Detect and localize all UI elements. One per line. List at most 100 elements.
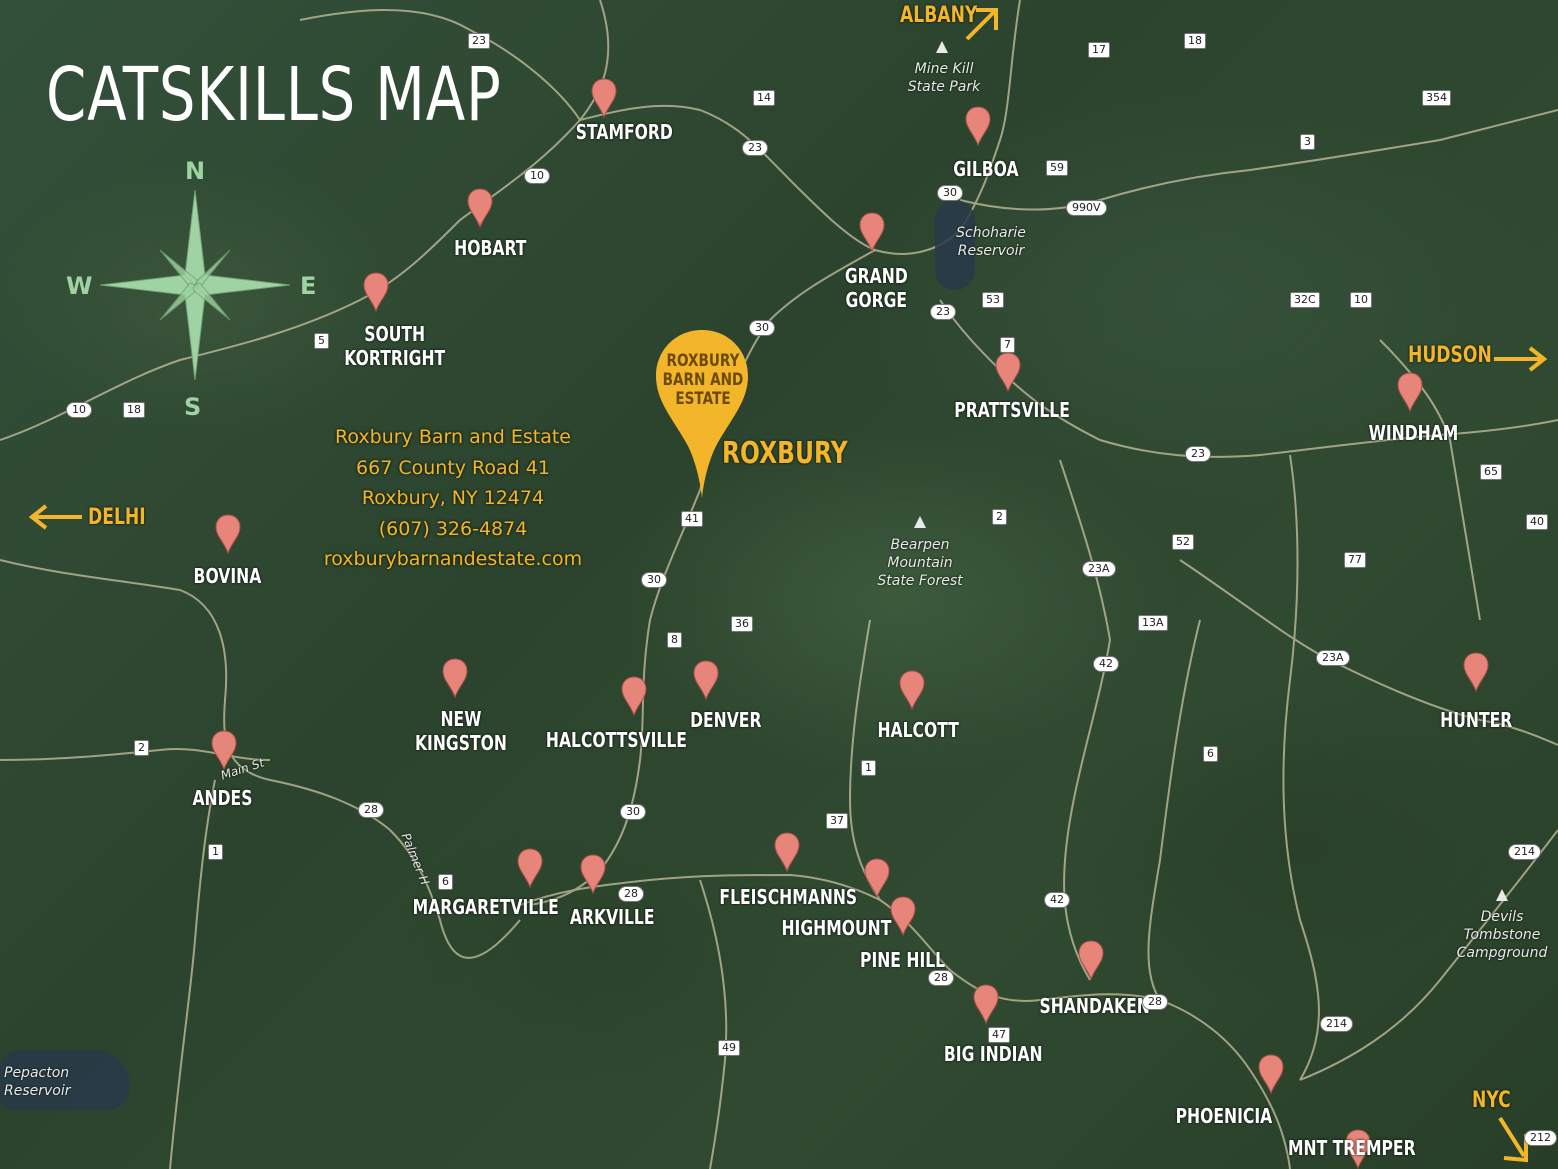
route-shield-354: 354 — [1422, 90, 1451, 106]
route-shield-42: 42 — [1093, 656, 1119, 672]
town-marker-shandaken-icon[interactable] — [1078, 940, 1104, 980]
town-marker-phoenicia-icon[interactable] — [1258, 1054, 1284, 1094]
town-phoenicia: PHOENICIA — [1175, 1104, 1273, 1128]
town-marker-hunter-icon[interactable] — [1463, 652, 1489, 692]
route-shield-1: 1 — [208, 844, 223, 860]
route-shield-77: 77 — [1344, 552, 1366, 568]
campground-tree-icon — [1496, 889, 1508, 901]
town-marker-windham-icon[interactable] — [1397, 372, 1423, 412]
direction-hudson: HUDSON — [1408, 343, 1492, 368]
park-tree-icon — [936, 41, 948, 53]
roxbury-barn-pin-label: ROXBURY BARN AND ESTATE — [659, 352, 747, 409]
route-shield-32C: 32C — [1290, 292, 1320, 308]
town-marker-hobart-icon[interactable] — [467, 188, 493, 228]
address-name: Roxbury Barn and Estate — [335, 426, 571, 448]
town-marker-arkville-icon[interactable] — [580, 854, 606, 894]
route-shield-18: 18 — [123, 402, 145, 418]
town-marker-pine-hill-icon[interactable] — [890, 896, 916, 936]
route-shield-10: 10 — [1350, 292, 1372, 308]
venue-address: Roxbury Barn and Estate 667 County Road … — [318, 422, 588, 575]
direction-nyc-label: NYC — [1472, 1088, 1511, 1113]
town-marker-new-kingston-icon[interactable] — [442, 658, 468, 698]
arrow-left-icon — [28, 504, 82, 530]
town-marker-big-indian-icon[interactable] — [973, 984, 999, 1024]
direction-delhi-label: DELHI — [88, 505, 146, 530]
direction-nyc: NYC — [1472, 1088, 1511, 1113]
town-prattsville: PRATTSVILLE — [954, 398, 1070, 422]
compass-rose-icon — [100, 190, 290, 380]
place-mine-kill-state-park: Mine Kill State Park — [907, 61, 981, 95]
town-mnt-tremper: MNT TREMPER — [1287, 1136, 1416, 1160]
town-arkville: ARKVILLE — [569, 905, 655, 929]
town-fleischmanns: FLEISCHMANNS — [719, 885, 858, 909]
route-shield-1: 1 — [861, 760, 876, 776]
town-halcottsville: HALCOTTSVILLE — [545, 728, 687, 752]
town-marker-halcott-icon[interactable] — [899, 670, 925, 710]
compass-north-label: N — [185, 157, 206, 185]
compass-south-label: S — [184, 393, 202, 421]
route-shield-47: 47 — [988, 1027, 1010, 1043]
route-shield-6: 6 — [1203, 746, 1218, 762]
town-halcott: HALCOTT — [877, 718, 959, 742]
route-shield-14: 14 — [753, 90, 775, 106]
town-marker-margaretville-icon[interactable] — [517, 848, 543, 888]
direction-delhi: DELHI — [88, 505, 146, 530]
town-big-indian: BIG INDIAN — [943, 1042, 1043, 1066]
town-marker-stamford-icon[interactable] — [591, 78, 617, 118]
town-gilboa: GILBOA — [953, 157, 1019, 181]
town-hunter: HUNTER — [1440, 708, 1513, 732]
town-marker-highmount-icon[interactable] — [864, 858, 890, 898]
pin-line-3: ESTATE — [675, 389, 731, 409]
town-marker-bovina-icon[interactable] — [215, 514, 241, 554]
route-shield-23A: 23A — [1082, 561, 1116, 577]
town-pine-hill: PINE HILL — [860, 948, 946, 972]
route-shield-30: 30 — [749, 320, 775, 336]
route-shield-28: 28 — [358, 802, 384, 818]
town-denver: DENVER — [690, 708, 762, 732]
town-marker-denver-icon[interactable] — [693, 660, 719, 700]
town-shandaken: SHANDAKEN — [1039, 994, 1150, 1018]
route-shield-37: 37 — [826, 813, 848, 829]
address-phone[interactable]: (607) 326-4874 — [318, 514, 588, 545]
map-title: CATSKILLS MAP — [46, 52, 502, 138]
route-shield-30: 30 — [641, 572, 667, 588]
route-shield-2: 2 — [992, 509, 1007, 525]
address-website[interactable]: roxburybarnandestate.com — [318, 544, 588, 575]
compass-east-label: E — [300, 272, 317, 300]
route-shield-23: 23 — [1185, 446, 1211, 462]
town-marker-south-kortright-icon[interactable] — [363, 272, 389, 312]
town-roxbury: ROXBURY — [722, 436, 848, 471]
town-grand-gorge: GRAND GORGE — [844, 264, 908, 312]
town-south-kortright: SOUTH KORTRIGHT — [344, 322, 446, 370]
route-shield-6: 6 — [438, 874, 453, 890]
route-shield-30: 30 — [937, 185, 963, 201]
route-shield-28: 28 — [928, 970, 954, 986]
route-shield-10: 10 — [524, 168, 550, 184]
place-pepacton-reservoir: Pepacton Reservoir — [4, 1065, 71, 1099]
route-shield-40: 40 — [1526, 514, 1548, 530]
town-windham: WINDHAM — [1368, 421, 1459, 445]
route-shield-10: 10 — [66, 402, 92, 418]
town-marker-fleischmanns-icon[interactable] — [774, 832, 800, 872]
route-shield-28: 28 — [618, 886, 644, 902]
arrow-up-right-icon — [965, 8, 998, 41]
town-bovina: BOVINA — [193, 564, 262, 588]
place-bearpen-mountain-state-forest: Bearpen Mountain State Forest — [877, 537, 963, 589]
route-shield-8: 8 — [667, 632, 682, 648]
town-marker-prattsville-icon[interactable] — [995, 352, 1021, 392]
town-marker-halcottsville-icon[interactable] — [621, 676, 647, 716]
route-shield-30: 30 — [620, 804, 646, 820]
place-devils-tombstone-campground: Devils Tombstone Campground — [1456, 909, 1548, 961]
town-marker-grand-gorge-icon[interactable] — [859, 212, 885, 252]
route-shield-36: 36 — [731, 616, 753, 632]
route-shield-59: 59 — [1046, 160, 1068, 176]
town-margaretville: MARGARETVILLE — [412, 895, 559, 919]
address-city: Roxbury, NY 12474 — [361, 487, 545, 509]
route-shield-23: 23 — [742, 140, 768, 156]
town-marker-gilboa-icon[interactable] — [965, 106, 991, 146]
pin-line-2: BARN AND — [662, 370, 744, 390]
town-highmount: HIGHMOUNT — [781, 916, 892, 940]
town-stamford: STAMFORD — [575, 120, 673, 144]
route-shield-23A: 23A — [1316, 650, 1350, 666]
catskills-map[interactable]: CATSKILLS MAP N S E W ALBANY HUDSON DELH… — [0, 0, 1558, 1169]
